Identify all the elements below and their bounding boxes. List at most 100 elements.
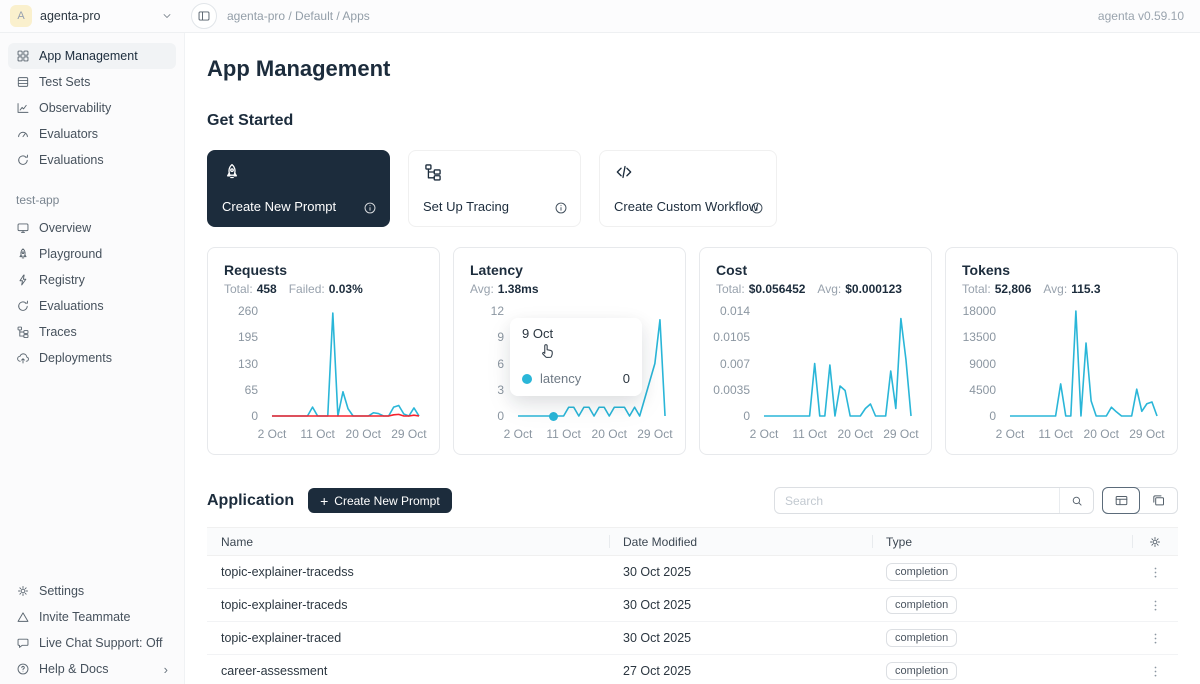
cursor-icon: [538, 342, 556, 360]
app-name: topic-explainer-traceds: [207, 598, 609, 612]
row-menu-button[interactable]: [1132, 631, 1178, 646]
y-axis: 129630: [470, 306, 514, 418]
table-row[interactable]: topic-explainer-traceds30 Oct 2025comple…: [207, 589, 1178, 622]
set-up-tracing-card[interactable]: Set Up Tracing: [408, 150, 581, 227]
type-cell: completion: [872, 596, 1132, 614]
cost-chart-card[interactable]: Cost Total:$0.056452Avg:$0.000123 0.0140…: [699, 247, 932, 455]
tree-icon: [16, 325, 30, 339]
search-input[interactable]: [775, 494, 1059, 508]
x-tick-label: 29 Oct: [1129, 427, 1164, 441]
monitor-icon: [16, 221, 30, 235]
get-started-cards: Create New Prompt Set Up Tracing Create …: [207, 150, 1178, 227]
x-tick-label: 20 Oct: [838, 427, 873, 441]
y-axis: 260195130650: [224, 306, 268, 418]
date-modified: 30 Oct 2025: [609, 598, 872, 612]
page-title: App Management: [207, 56, 1178, 82]
refresh-icon: [16, 299, 30, 313]
x-tick-label: 11 Oct: [1038, 427, 1072, 441]
chart-stats: Avg:1.38ms: [470, 282, 669, 296]
y-tick-label: 0.0035: [713, 383, 750, 397]
rocket-icon: [16, 247, 30, 261]
sidebar-item-evaluators[interactable]: Evaluators: [8, 121, 176, 147]
workspace-name: agenta-pro: [40, 9, 100, 23]
sidebar-item-label: Observability: [39, 101, 111, 115]
info-icon[interactable]: [554, 201, 568, 215]
sidebar-item-label: Invite Teammate: [39, 610, 130, 624]
row-menu-button[interactable]: [1132, 664, 1178, 679]
app-name: topic-explainer-traced: [207, 631, 609, 645]
chart-stat: Total:$0.056452: [716, 282, 805, 296]
y-tick-label: 18000: [963, 304, 996, 318]
panel-icon: [197, 9, 211, 23]
column-header-date-modified[interactable]: Date Modified: [609, 528, 872, 555]
sidebar-app-section-label: test-app: [16, 193, 168, 207]
tokens-chart-card[interactable]: Tokens Total:52,806Avg:115.3 18000135009…: [945, 247, 1178, 455]
sidebar-item-invite-teammate[interactable]: Invite Teammate: [8, 604, 176, 630]
series-dot: [522, 374, 532, 384]
app-name: topic-explainer-tracedss: [207, 565, 609, 579]
column-header-type[interactable]: Type: [872, 528, 1132, 555]
x-axis: 2 Oct11 Oct20 Oct29 Oct: [268, 425, 423, 441]
sidebar-item-playground[interactable]: Playground: [8, 241, 176, 267]
table-row[interactable]: topic-explainer-tracedss30 Oct 2025compl…: [207, 556, 1178, 589]
create-custom-workflow-card[interactable]: Create Custom Workflow: [599, 150, 777, 227]
sidebar-item-label: Live Chat Support: Off: [39, 636, 162, 650]
chart-stats: Total:52,806Avg:115.3: [962, 282, 1161, 296]
x-tick-label: 29 Oct: [637, 427, 672, 441]
sidebar-item-test-sets[interactable]: Test Sets: [8, 69, 176, 95]
x-axis: 2 Oct11 Oct20 Oct29 Oct: [1006, 425, 1161, 441]
chart-icon: [16, 101, 30, 115]
table-row[interactable]: topic-explainer-traced30 Oct 2025complet…: [207, 622, 1178, 655]
latency-chart-card[interactable]: Latency Avg:1.38ms 129630 2 Oct11 Oct20 …: [453, 247, 686, 455]
rocket-icon: [222, 162, 242, 182]
sidebar-item-live-chat-support-off[interactable]: Live Chat Support: Off: [8, 630, 176, 656]
search-button[interactable]: [1059, 488, 1093, 513]
chart-stat: Avg:115.3: [1043, 282, 1100, 296]
date-modified: 30 Oct 2025: [609, 631, 872, 645]
row-menu-button[interactable]: [1132, 598, 1178, 613]
get-started-title: Get Started: [207, 112, 1178, 130]
card-view-button[interactable]: [1139, 488, 1177, 513]
sidebar-item-evaluations[interactable]: Evaluations: [8, 293, 176, 319]
card-view-icon: [1151, 493, 1166, 508]
y-tick-label: 65: [245, 383, 258, 397]
sidebar-item-traces[interactable]: Traces: [8, 319, 176, 345]
info-icon[interactable]: [363, 201, 377, 215]
chart-stat: Failed:0.03%: [289, 282, 363, 296]
column-settings-button[interactable]: [1132, 528, 1178, 555]
table-row[interactable]: career-assessment27 Oct 2025completion: [207, 655, 1178, 684]
y-tick-label: 0.007: [720, 357, 750, 371]
sidebar-item-settings[interactable]: Settings: [8, 578, 176, 604]
sidebar-item-help-docs[interactable]: Help & Docs›: [8, 656, 176, 682]
breadcrumb[interactable]: agenta-pro / Default / Apps: [227, 9, 370, 23]
sidebar-item-app-management[interactable]: App Management: [8, 43, 176, 69]
create-new-prompt-button[interactable]: + Create New Prompt: [308, 488, 452, 513]
table-view-button[interactable]: [1102, 487, 1140, 514]
row-menu-button[interactable]: [1132, 565, 1178, 580]
active-point-marker: [549, 412, 558, 421]
gear-icon: [1148, 535, 1162, 549]
create-new-prompt-card[interactable]: Create New Prompt: [207, 150, 390, 227]
x-tick-label: 2 Oct: [504, 427, 533, 441]
sidebar-toggle-button[interactable]: [191, 3, 217, 29]
workspace-selector[interactable]: A agenta-pro: [0, 5, 185, 27]
sidebar-item-observability[interactable]: Observability: [8, 95, 176, 121]
sidebar-item-registry[interactable]: Registry: [8, 267, 176, 293]
sidebar-item-evaluations[interactable]: Evaluations: [8, 147, 176, 173]
chart-stat: Total:458: [224, 282, 277, 296]
sidebar-item-overview[interactable]: Overview: [8, 215, 176, 241]
application-title: Application: [207, 492, 294, 510]
info-icon[interactable]: [750, 201, 764, 215]
y-tick-label: 0.0105: [713, 330, 750, 344]
column-header-name[interactable]: Name: [207, 528, 609, 555]
refresh-icon: [16, 153, 30, 167]
sidebar-item-deployments[interactable]: Deployments: [8, 345, 176, 371]
x-tick-label: 20 Oct: [1084, 427, 1119, 441]
plus-icon: +: [320, 494, 328, 508]
chart-plot: [1006, 306, 1161, 418]
topbar: A agenta-pro agenta-pro / Default / Apps…: [0, 0, 1200, 33]
requests-chart-card[interactable]: Requests Total:458Failed:0.03% 260195130…: [207, 247, 440, 455]
chat-icon: [16, 636, 30, 650]
y-tick-label: 9: [497, 330, 504, 344]
type-badge: completion: [886, 662, 957, 680]
